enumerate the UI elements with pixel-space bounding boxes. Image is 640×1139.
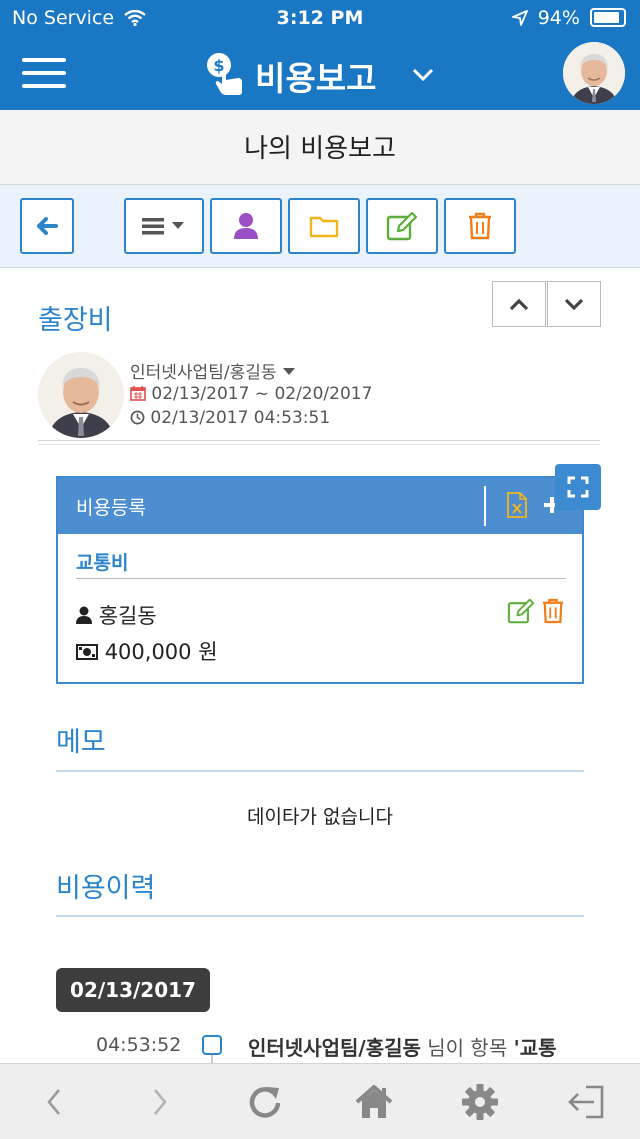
chevron-left-icon bbox=[47, 1089, 60, 1115]
chevron-right-icon bbox=[154, 1089, 167, 1115]
home-icon bbox=[355, 1085, 393, 1118]
settings-button[interactable] bbox=[458, 1082, 502, 1122]
app-title: 비용보고 bbox=[255, 59, 377, 98]
history-bullet bbox=[202, 1035, 222, 1055]
delete-button[interactable] bbox=[444, 198, 516, 254]
divider bbox=[38, 444, 600, 445]
divider bbox=[38, 440, 600, 441]
history-time: 04:53:52 bbox=[96, 1034, 182, 1056]
clock-icon bbox=[130, 410, 145, 425]
category-divider bbox=[76, 578, 566, 579]
trash-icon bbox=[469, 212, 491, 240]
back-button[interactable] bbox=[20, 198, 74, 254]
reload-button[interactable] bbox=[244, 1082, 288, 1122]
next-item-button[interactable] bbox=[547, 281, 601, 327]
report-created: 02/13/2017 04:53:51 bbox=[150, 408, 331, 428]
reload-icon bbox=[249, 1087, 281, 1118]
money-hand-icon: $ bbox=[207, 53, 242, 95]
header-separator bbox=[484, 486, 486, 526]
report-period: 02/13/2017 ~ 02/20/2017 bbox=[151, 384, 373, 404]
logout-icon bbox=[568, 1085, 604, 1119]
calendar-icon bbox=[130, 386, 146, 401]
period-row: 02/13/2017 ~ 02/20/2017 bbox=[130, 384, 372, 404]
chevron-down-icon bbox=[564, 298, 584, 311]
excel-file-icon[interactable] bbox=[506, 492, 528, 518]
action-toolbar bbox=[0, 185, 640, 268]
edit-icon[interactable] bbox=[506, 598, 536, 624]
author-name: 인터넷사업팀/홍길동 bbox=[130, 363, 277, 383]
memo-title: 메모 bbox=[56, 727, 106, 758]
created-row: 02/13/2017 04:53:51 bbox=[130, 408, 330, 428]
gear-icon bbox=[462, 1084, 498, 1120]
chevron-up-icon bbox=[509, 298, 529, 311]
author-dropdown[interactable]: 인터넷사업팀/홍길동 bbox=[130, 358, 296, 383]
report-title: 출장비 bbox=[38, 305, 113, 336]
chevron-down-icon bbox=[412, 68, 434, 82]
expand-icon bbox=[567, 476, 589, 498]
expand-button[interactable] bbox=[555, 464, 601, 510]
history-divider bbox=[56, 915, 584, 917]
list-menu-button[interactable] bbox=[124, 198, 204, 254]
battery-percent: 94% bbox=[537, 7, 580, 29]
page-subheader: 나의 비용보고 bbox=[0, 110, 640, 185]
user-button[interactable] bbox=[210, 198, 282, 254]
expense-card: 비용등록 교통비 홍길동 400,000 원 bbox=[56, 476, 584, 684]
user-icon bbox=[76, 606, 92, 624]
history-title: 비용이력 bbox=[56, 873, 156, 904]
user-avatar[interactable] bbox=[563, 42, 625, 104]
app-header: No Service 3:12 PM 94% $ 비용보고 bbox=[0, 0, 640, 110]
history-date-badge: 02/13/2017 bbox=[56, 968, 210, 1012]
author-photo bbox=[38, 352, 124, 438]
history-item: '교통 bbox=[513, 1036, 557, 1060]
trash-icon[interactable] bbox=[542, 598, 564, 624]
expense-amount-row: 400,000 원 bbox=[76, 636, 218, 666]
author-avatar bbox=[38, 352, 124, 438]
timeline-line bbox=[211, 1055, 213, 1063]
avatar-photo bbox=[563, 42, 625, 104]
arrow-left-icon bbox=[37, 217, 58, 235]
browser-bottom-bar bbox=[0, 1063, 640, 1139]
location-arrow-icon bbox=[511, 10, 528, 26]
back-nav-button[interactable] bbox=[32, 1082, 76, 1122]
prev-item-button[interactable] bbox=[492, 281, 546, 327]
user-icon bbox=[234, 213, 258, 239]
expense-amount: 400,000 원 bbox=[104, 640, 218, 664]
folder-icon bbox=[309, 216, 339, 238]
list-dropdown-icon bbox=[142, 218, 184, 235]
memo-empty: 데이타가 없습니다 bbox=[247, 806, 393, 828]
page-title: 나의 비용보고 bbox=[244, 134, 396, 164]
app-title-dropdown[interactable]: $ 비용보고 bbox=[200, 48, 450, 98]
status-bar: No Service 3:12 PM 94% bbox=[0, 4, 640, 34]
expense-person-row: 홍길동 bbox=[76, 600, 157, 630]
hamburger-menu-button[interactable] bbox=[22, 58, 66, 88]
memo-divider bbox=[56, 770, 584, 772]
report-detail: 출장비 인터넷사업팀/홍길동 02/13/2017 ~ 02/20/2017 0… bbox=[0, 268, 640, 1063]
history-actor: 인터넷사업팀/홍길동 bbox=[248, 1036, 421, 1060]
caret-down-icon bbox=[282, 368, 295, 375]
money-bill-icon bbox=[76, 644, 98, 660]
edit-button[interactable] bbox=[366, 198, 438, 254]
history-text: 님이 항목 bbox=[427, 1036, 508, 1060]
expense-category: 교통비 bbox=[76, 552, 129, 574]
expense-card-title: 비용등록 bbox=[76, 497, 146, 519]
expense-person: 홍길동 bbox=[98, 604, 157, 628]
battery-icon bbox=[590, 8, 626, 27]
expense-card-header: 비용등록 bbox=[58, 478, 582, 534]
battery-indicator: 94% bbox=[511, 7, 626, 29]
edit-icon bbox=[386, 211, 418, 241]
forward-nav-button[interactable] bbox=[138, 1082, 182, 1122]
folder-button[interactable] bbox=[288, 198, 360, 254]
home-button[interactable] bbox=[352, 1082, 396, 1122]
history-entry: 인터넷사업팀/홍길동 님이 항목 '교통 bbox=[248, 1032, 557, 1061]
logout-button[interactable] bbox=[564, 1082, 608, 1122]
